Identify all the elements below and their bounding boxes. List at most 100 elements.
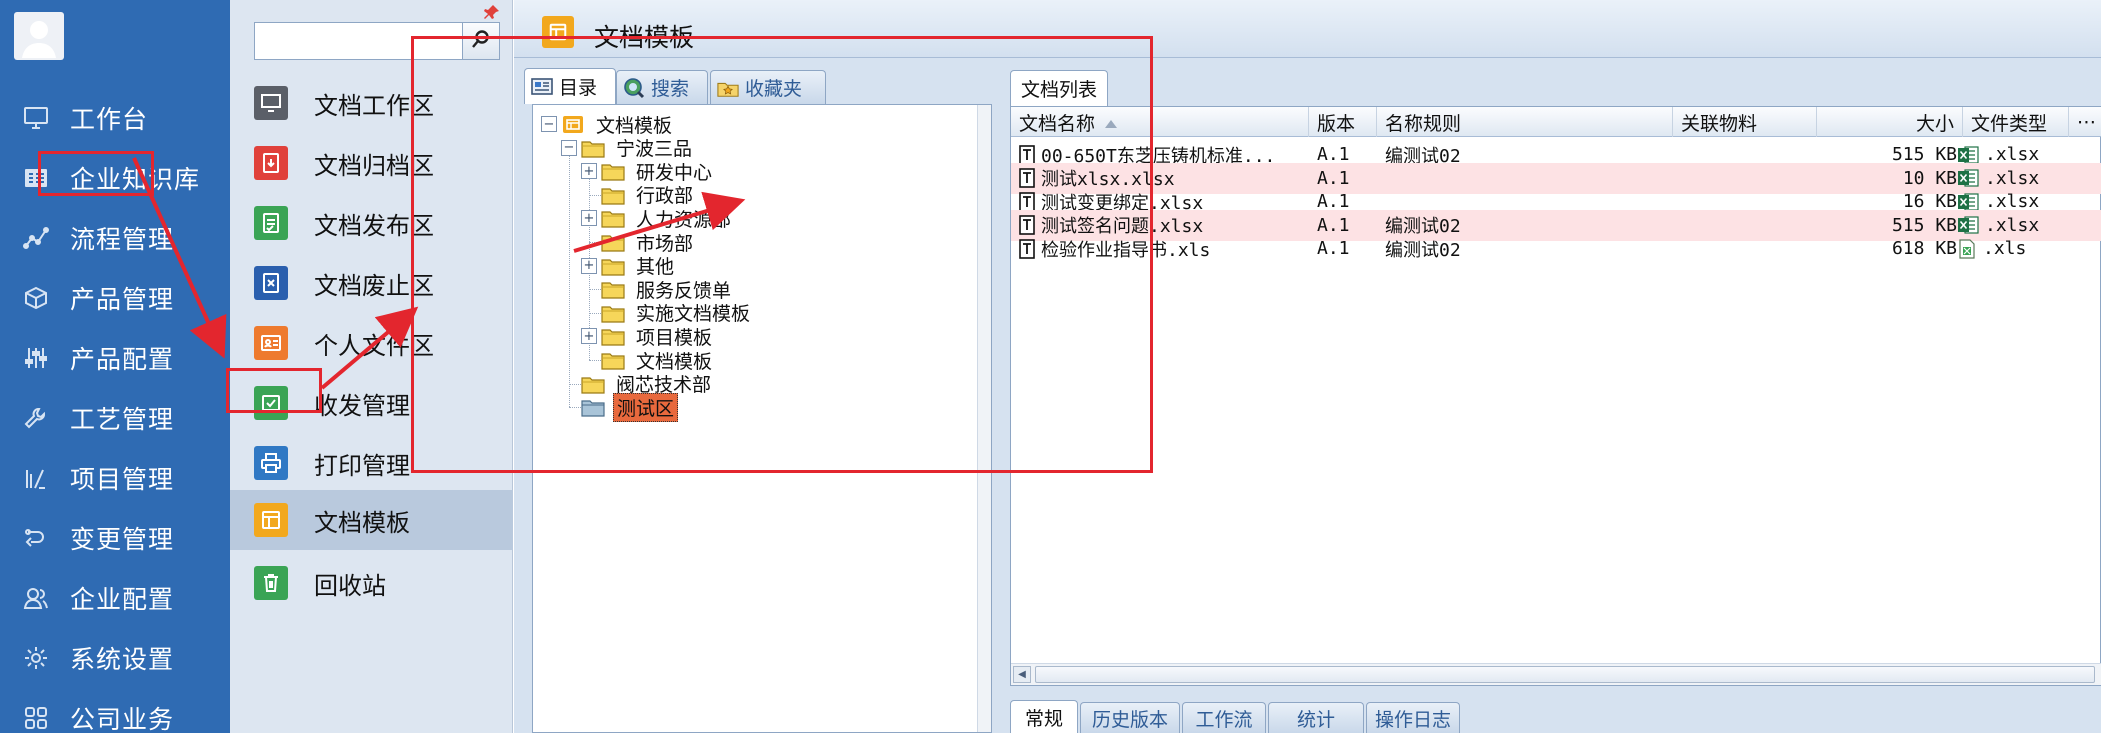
col-related-material[interactable]: 关联物料: [1673, 107, 1817, 137]
expand-icon[interactable]: +: [581, 210, 597, 227]
nav-item-enterprise-config[interactable]: 企业配置: [0, 568, 230, 628]
folder-icon: [601, 208, 625, 228]
tree-node[interactable]: 测试区: [561, 392, 679, 422]
book-icon: [16, 158, 56, 198]
folder-tree: − 文档模板 − 宁波三品 + 研发中心 行政部 + 人力资源部 市场部 + 其他 服务反馈单 实施文档模…: [532, 104, 992, 733]
col-name-rule[interactable]: 名称规则: [1377, 107, 1673, 137]
scroll-left-icon[interactable]: ◀: [1013, 666, 1031, 683]
main-nav: 工作台 企业知识库 流程管理 产品管理 产品配置 工艺管理 项目管理 变更管理: [0, 0, 230, 733]
col-label: 文档名称: [1019, 112, 1096, 135]
folder-icon: [601, 350, 625, 370]
xlsx-file-icon: [1957, 145, 1979, 165]
tab-doc-list[interactable]: 文档列表: [1010, 70, 1109, 106]
tree-panel: 目录 搜索 收藏夹 − 文档模板 − 宁波三品 + 研发中心 行政部 + 人力资源部 市场部 + 其他…: [524, 66, 1000, 733]
col-size[interactable]: 大小: [1817, 107, 1963, 137]
expand-icon[interactable]: +: [581, 163, 597, 180]
page-header: 文档模板: [514, 0, 2101, 58]
tab-label: 工作流: [1195, 708, 1253, 731]
collapse-icon[interactable]: −: [561, 139, 577, 156]
nav-item-project[interactable]: 项目管理: [0, 448, 230, 508]
expand-icon[interactable]: +: [581, 328, 597, 345]
tab-catalog[interactable]: 目录: [524, 68, 616, 104]
tab-favorites[interactable]: 收藏夹: [710, 70, 826, 104]
sub-item-doc-template[interactable]: 文档模板: [230, 490, 513, 550]
tab-statistics[interactable]: 统计: [1268, 702, 1364, 733]
xlsx-file-icon: [1957, 192, 1979, 212]
users-icon: [16, 578, 56, 618]
tab-history[interactable]: 历史版本: [1080, 702, 1180, 733]
nav-item-workbench[interactable]: 工作台: [0, 88, 230, 148]
col-version[interactable]: 版本: [1309, 107, 1377, 137]
document-icon: [1019, 144, 1035, 165]
cell-ver: A.1: [1317, 233, 1377, 264]
nav-item-label: 系统设置: [70, 645, 175, 674]
monitor-icon: [254, 86, 288, 120]
search-input[interactable]: [254, 22, 462, 60]
expand-icon[interactable]: +: [581, 257, 597, 274]
cell-type: .xls: [1957, 233, 2067, 264]
flow-icon: [16, 218, 56, 258]
gear-icon: [16, 638, 56, 678]
nav-item-product[interactable]: 产品管理: [0, 268, 230, 328]
table-row[interactable]: 检验作业指导书.xls A.1 编测试02 618 KB .xls: [1011, 233, 2101, 264]
folder-icon: [601, 326, 625, 346]
archive-icon: [254, 146, 288, 180]
nav-item-company-business[interactable]: 公司业务: [0, 688, 230, 733]
tab-workflow[interactable]: 工作流: [1182, 702, 1266, 733]
nav-item-process[interactable]: 流程管理: [0, 208, 230, 268]
cell-rule: 编测试02: [1385, 233, 1665, 264]
tab-search[interactable]: 搜索: [616, 70, 708, 104]
doc-grid: 文档名称 版本 名称规则 关联物料 大小 文件类型 ⋯ 00-650T东芝压铸机…: [1010, 106, 2101, 686]
sub-item-recycle[interactable]: 回收站: [230, 553, 513, 613]
scroll-thumb[interactable]: [1035, 666, 2095, 683]
document-icon: [1019, 191, 1035, 212]
nav-item-craft[interactable]: 工艺管理: [0, 388, 230, 448]
tab-label: 文档列表: [1021, 79, 1098, 101]
sub-item-doc-archive[interactable]: 文档归档区: [230, 133, 513, 193]
col-doc-name[interactable]: 文档名称: [1011, 107, 1309, 137]
pin-icon[interactable]: [484, 4, 500, 24]
col-label: 文件类型: [1971, 112, 2048, 135]
sub-item-doc-workspace[interactable]: 文档工作区: [230, 73, 513, 133]
col-file-type[interactable]: 文件类型: [1963, 107, 2069, 137]
sub-item-doc-abolish[interactable]: 文档废止区: [230, 253, 513, 313]
nav-item-label: 企业知识库: [70, 165, 201, 194]
search-globe-icon: [623, 77, 645, 99]
search-button[interactable]: [462, 22, 500, 60]
folder-icon: [601, 303, 625, 323]
grid-hscrollbar[interactable]: ◀: [1011, 663, 2101, 685]
folder-icon: [581, 138, 605, 158]
sub-item-personal-files[interactable]: 个人文件区: [230, 313, 513, 373]
collapse-icon[interactable]: −: [541, 116, 557, 132]
col-more[interactable]: ⋯: [2069, 107, 2101, 137]
tab-general[interactable]: 常规: [1010, 700, 1078, 733]
sub-item-print[interactable]: 打印管理: [230, 433, 513, 493]
tree-scrollbar[interactable]: [977, 105, 991, 732]
nav-item-product-config[interactable]: 产品配置: [0, 328, 230, 388]
sliders-icon: [16, 338, 56, 378]
nav-item-change[interactable]: 变更管理: [0, 508, 230, 568]
avatar[interactable]: [14, 12, 64, 60]
folder-icon: [601, 161, 625, 181]
abolish-icon: [254, 266, 288, 300]
folder-icon: [581, 374, 605, 394]
sub-item-dispatch[interactable]: 收发管理: [230, 373, 513, 433]
document-icon: [1019, 168, 1035, 188]
nav-item-system-settings[interactable]: 系统设置: [0, 628, 230, 688]
nav-item-label: 变更管理: [70, 525, 175, 554]
template-icon: [561, 114, 585, 134]
sub-item-doc-publish[interactable]: 文档发布区: [230, 193, 513, 253]
tab-operation-log[interactable]: 操作日志: [1366, 702, 1460, 733]
nav-item-label: 产品配置: [70, 345, 175, 374]
sub-item-label: 文档归档区: [314, 151, 434, 180]
trash-icon: [254, 566, 288, 600]
xlsx-file-icon: [1957, 215, 1979, 235]
nav-item-knowledge[interactable]: 企业知识库: [0, 148, 230, 208]
tree-node-label: 测试区: [613, 392, 679, 422]
tab-label: 目录: [559, 77, 598, 99]
